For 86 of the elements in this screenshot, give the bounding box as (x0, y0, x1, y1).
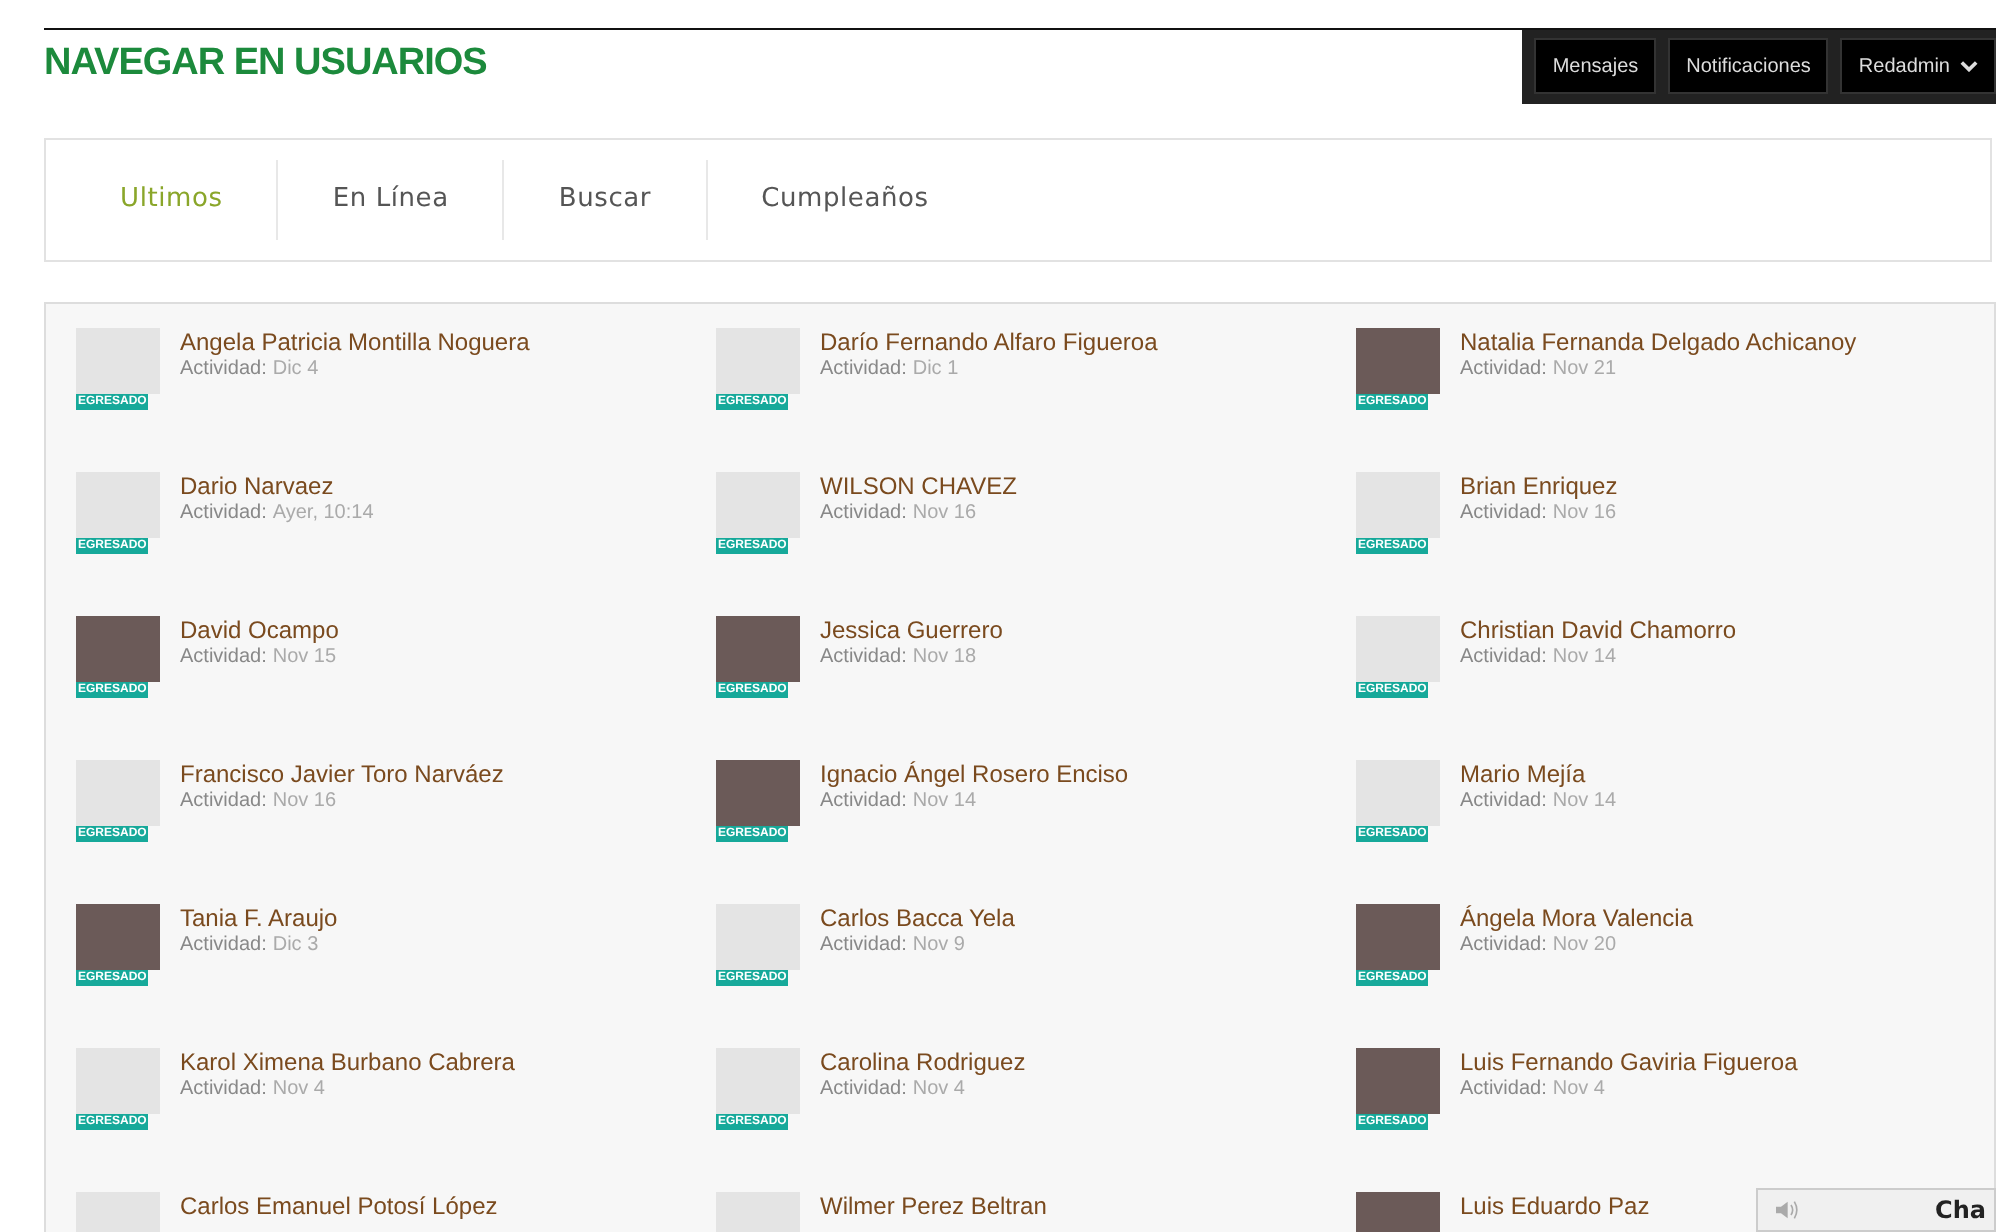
activity-date: Nov 9 (912, 934, 965, 956)
photo-placeholder[interactable] (1356, 1048, 1440, 1114)
avatar-placeholder[interactable] (716, 1048, 800, 1114)
activity-date: Nov 4 (912, 1078, 965, 1100)
activity-label: Actividad: (820, 1078, 907, 1100)
user-name-link[interactable]: Luis Eduardo Paz (1460, 1192, 1650, 1220)
activity-date: Dic 3 (272, 934, 319, 956)
tab[interactable]: Buscar (502, 160, 706, 240)
activity-label: Actividad: (820, 502, 907, 524)
user-name-link[interactable]: Carolina Rodriguez (820, 1048, 1026, 1076)
avatar-placeholder[interactable] (716, 904, 800, 970)
activity-label: Actividad: (820, 790, 907, 812)
avatar-placeholder[interactable] (76, 1048, 160, 1114)
avatar-placeholder[interactable] (76, 472, 160, 538)
caret-icon (1960, 60, 1978, 72)
user-name-link[interactable]: Brian Enriquez (1460, 472, 1618, 500)
photo-placeholder[interactable] (76, 904, 160, 970)
activity-date: Nov 14 (1552, 646, 1617, 668)
nav-link[interactable]: Notificaciones (1668, 38, 1829, 94)
photo-placeholder[interactable] (76, 616, 160, 682)
user-name-link[interactable]: WILSON CHAVEZ (820, 472, 1017, 500)
user-name-link[interactable]: Karol Ximena Burbano Cabrera (180, 1048, 515, 1076)
user-name-link[interactable]: Ignacio Ángel Rosero Enciso (820, 760, 1129, 788)
avatar-placeholder[interactable] (716, 472, 800, 538)
user-name-link[interactable]: Natalia Fernanda Delgado Achicanoy (1460, 328, 1857, 356)
user-name-link[interactable]: Tania F. Araujo (180, 904, 338, 932)
activity-label: Actividad: (820, 934, 907, 956)
activity-date: Nov 15 (272, 646, 337, 668)
activity-date: Nov 14 (1552, 790, 1617, 812)
activity-label: Actividad: (820, 358, 907, 380)
avatar-placeholder[interactable] (1356, 472, 1440, 538)
activity-date: Nov 14 (912, 790, 977, 812)
photo-placeholder[interactable] (716, 760, 800, 826)
activity-date: Dic 1 (912, 358, 959, 380)
user-name-link[interactable]: Carlos Bacca Yela (820, 904, 1015, 932)
user-name-link[interactable]: David Ocampo (180, 616, 339, 644)
user-name-link[interactable]: Ángela Mora Valencia (1460, 904, 1694, 932)
activity-date: Nov 16 (272, 790, 337, 812)
activity-date: Nov 4 (272, 1078, 325, 1100)
activity-date: Nov 20 (1552, 934, 1617, 956)
avatar-placeholder[interactable] (76, 328, 160, 394)
page-title: NAVEGAR EN USUARIOS (44, 42, 487, 86)
user-name-link[interactable]: Francisco Javier Toro Narváez (180, 760, 504, 788)
activity-label: Actividad: (1460, 934, 1547, 956)
user-name-link[interactable]: Mario Mejía (1460, 760, 1617, 788)
avatar-placeholder[interactable] (1356, 760, 1440, 826)
activity-label: Actividad: (180, 502, 267, 524)
activity-label: Actividad: (820, 646, 907, 668)
chat-bar[interactable]: Cha (1756, 1188, 1996, 1232)
user-name-link[interactable]: Angela Patricia Montilla Noguera (180, 328, 530, 356)
activity-label: Actividad: (1460, 358, 1547, 380)
activity-label: Actividad: (180, 1078, 267, 1100)
user-menu-button[interactable]: Redadmin (1840, 38, 1996, 94)
activity-label: Actividad: (1460, 1078, 1547, 1100)
user-name-link[interactable]: Luis Fernando Gaviria Figueroa (1460, 1048, 1798, 1076)
chat-label: Cha (1935, 1196, 1986, 1224)
activity-date: Nov 21 (1552, 358, 1617, 380)
avatar-placeholder[interactable] (76, 760, 160, 826)
activity-label: Actividad: (180, 646, 267, 668)
activity-label: Actividad: (180, 934, 267, 956)
activity-date: Nov 4 (1552, 1078, 1605, 1100)
user-name-link[interactable]: Wilmer Perez Beltran (820, 1192, 1047, 1220)
user-name-link[interactable]: Darío Fernando Alfaro Figueroa (820, 328, 1158, 356)
avatar-placeholder[interactable] (1356, 616, 1440, 682)
activity-label: Actividad: (1460, 790, 1547, 812)
nav-link[interactable]: Mensajes (1534, 38, 1657, 94)
speaker-icon (1774, 1200, 1798, 1220)
activity-label: Actividad: (1460, 646, 1547, 668)
activity-date: Ayer, 10:14 (272, 502, 374, 524)
user-name-link[interactable]: Christian David Chamorro (1460, 616, 1737, 644)
user-name-link[interactable]: Dario Narvaez (180, 472, 374, 500)
activity-date: Dic 4 (272, 358, 319, 380)
user-name-link[interactable]: Carlos Emanuel Potosí López (180, 1192, 498, 1220)
activity-date: Nov 16 (1552, 502, 1617, 524)
activity-label: Actividad: (180, 790, 267, 812)
activity-date: Nov 18 (912, 646, 977, 668)
photo-placeholder[interactable] (1356, 904, 1440, 970)
activity-label: Actividad: (1460, 502, 1547, 524)
photo-placeholder[interactable] (1356, 328, 1440, 394)
activity-date: Nov 16 (912, 502, 977, 524)
photo-placeholder[interactable] (716, 616, 800, 682)
avatar-placeholder[interactable] (716, 328, 800, 394)
tab[interactable]: Cumpleaños (705, 160, 983, 240)
user-name-link[interactable]: Jessica Guerrero (820, 616, 1003, 644)
activity-label: Actividad: (180, 358, 267, 380)
tab[interactable]: En Línea (276, 160, 503, 240)
